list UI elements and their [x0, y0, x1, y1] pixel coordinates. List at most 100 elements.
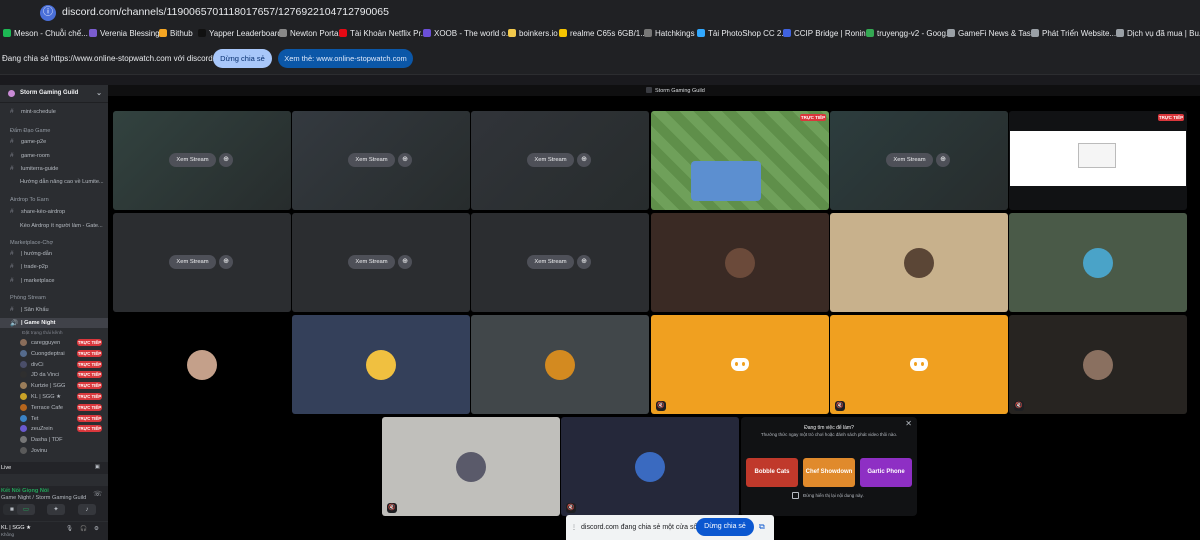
popout-icon[interactable]: ⊕ [936, 153, 950, 167]
participant-tile[interactable] [471, 315, 649, 414]
stop-sharing-button[interactable]: Dừng chia sẻ [213, 49, 272, 68]
server-header[interactable]: Storm Gaming Guild ⌄ [0, 85, 108, 103]
game-card-2[interactable]: Chef Showdown [803, 458, 855, 487]
stream-tile[interactable]: Xem Stream ⊕ [292, 213, 470, 312]
channel-item[interactable]: # game-p2e [0, 137, 108, 147]
popout-icon[interactable]: ⊕ [577, 153, 591, 167]
settings-gear-icon[interactable]: ⚙ [94, 526, 99, 532]
voice-member[interactable]: Kurtzie | SGG TRỰC TIẾP [0, 381, 108, 391]
channel-item[interactable]: # | trade-p2p [0, 262, 108, 272]
bookmark-item[interactable]: boinkers.io [508, 29, 558, 38]
participant-tile[interactable] [1009, 213, 1187, 312]
channel-category[interactable]: Airdrop To Earn [0, 195, 108, 205]
live-strip[interactable]: Live ▣ [0, 462, 108, 474]
watch-stream-button[interactable]: Xem Stream [169, 255, 216, 269]
voice-member[interactable]: Cuongdeptrai TRỰC TIẾP [0, 349, 108, 359]
popout-icon[interactable]: ⊕ [577, 255, 591, 269]
channel-item[interactable]: # game-room [0, 151, 108, 161]
channel-item[interactable]: # lumiterra-guide [0, 164, 108, 174]
stream-tile[interactable]: Xem Stream ⊕ [471, 111, 649, 210]
popout-icon[interactable]: ⊕ [219, 153, 233, 167]
channel-item[interactable]: 🔊 | Game Night [0, 318, 108, 328]
participant-tile[interactable] [830, 213, 1008, 312]
participant-tile[interactable]: 🔇 [651, 315, 829, 414]
site-info-icon[interactable]: ⓘ [40, 5, 56, 21]
bookmark-item[interactable]: CCIP Bridge | Ronin... [783, 29, 872, 38]
channel-item[interactable]: # | Sân Khấu [0, 305, 108, 315]
channel-item[interactable]: # mint-schedule [0, 107, 108, 117]
headphones-icon[interactable]: 🎧 [80, 526, 87, 532]
soundboard-button[interactable]: ♪ [78, 504, 96, 515]
channel-item[interactable]: Kèo Airdrop ít người làm - Gate... [0, 221, 108, 231]
browser-url-bar[interactable]: ⓘ discord.com/channels/11900657011180176… [0, 0, 1200, 26]
stream-tile[interactable]: Xem Stream ⊕ [471, 213, 649, 312]
participant-tile[interactable]: 🔇 [382, 417, 560, 516]
channel-item[interactable]: # share-kèo-airdrop [0, 207, 108, 217]
channel-category[interactable]: Phòng Stream [0, 293, 108, 303]
bookmark-item[interactable]: Meson - Chuỗi chế... [3, 29, 88, 38]
bookmark-item[interactable]: Phát Triển Website... [1031, 29, 1116, 38]
popout-icon[interactable]: ⊕ [398, 153, 412, 167]
screen-share-button[interactable]: ▭ [17, 504, 35, 515]
channel-category[interactable]: Đấm Đạo Game [0, 126, 108, 136]
chat-icon[interactable]: ▣ [95, 464, 100, 470]
switch-source-icon[interactable]: ⧉ [759, 522, 765, 532]
voice-member[interactable]: Terrace Cafe TRỰC TIẾP [0, 403, 108, 413]
voice-member[interactable]: zeuZrein TRỰC TIẾP [0, 424, 108, 434]
voice-member[interactable]: caregguyen TRỰC TIẾP [0, 338, 108, 348]
watch-stream-button[interactable]: Xem Stream [348, 153, 395, 167]
watch-stream-button[interactable]: Xem Stream [527, 255, 574, 269]
participant-tile[interactable] [113, 315, 291, 414]
participant-tile[interactable]: 🔇 [561, 417, 739, 516]
disconnect-icon[interactable]: ☏ [93, 490, 102, 498]
popout-icon[interactable]: ⊕ [398, 255, 412, 269]
stream-tile[interactable]: TRỰC TIẾP [651, 111, 829, 210]
watch-stream-button[interactable]: Xem Stream [169, 153, 216, 167]
channel-category[interactable]: Marketplace-Chợ [0, 238, 108, 248]
bookmark-item[interactable]: XOOB - The world o... [423, 29, 513, 38]
channel-item[interactable]: # | marketplace [0, 276, 108, 286]
bookmark-item[interactable]: Tài Khoản Netflix Pr... [339, 29, 427, 38]
bookmark-item[interactable]: Newton Portal [279, 29, 340, 38]
stream-tile[interactable]: Xem Stream ⊕ [830, 111, 1008, 210]
bookmark-item[interactable]: GameFi News & Tas... [947, 29, 1037, 38]
popout-icon[interactable]: ⊕ [219, 255, 233, 269]
participant-tile[interactable] [292, 315, 470, 414]
bookmark-item[interactable]: Hatchkings [644, 29, 695, 38]
game-card-3[interactable]: Gartic Phone [860, 458, 912, 487]
voice-channel-label[interactable]: Game Night / Storm Gaming Guild [1, 495, 86, 501]
view-tab-button[interactable]: Xem thẻ: www.online-stopwatch.com [278, 49, 413, 68]
channel-item[interactable]: Hướng dẫn nâng cao về Lumite... [0, 177, 108, 187]
voice-member[interactable]: divCi TRỰC TIẾP [0, 360, 108, 370]
stream-tile[interactable]: TRỰC TIẾP [1009, 111, 1187, 210]
stop-sharing-pill-button[interactable]: Dừng chia sẻ [696, 518, 754, 536]
url-text[interactable]: discord.com/channels/1190065701118017657… [62, 6, 389, 18]
stream-tile[interactable]: Xem Stream ⊕ [292, 111, 470, 210]
bookmark-item[interactable]: Dịch vụ đã mua | Bu... [1116, 29, 1200, 38]
watch-stream-button[interactable]: Xem Stream [527, 153, 574, 167]
activity-button[interactable]: ✦ [47, 504, 65, 515]
participant-tile[interactable] [651, 213, 829, 312]
watch-stream-button[interactable]: Xem Stream [886, 153, 933, 167]
voice-member[interactable]: Dasha | TDF [0, 435, 108, 445]
bookmark-item[interactable]: Verenia Blessings [89, 29, 164, 38]
bookmark-item[interactable]: Yapper Leaderboard [198, 29, 282, 38]
bookmark-item[interactable]: Tải PhotoShop CC 2... [697, 29, 788, 38]
voice-member[interactable]: KL | SGG ★ TRỰC TIẾP [0, 392, 108, 402]
microphone-icon[interactable]: 🎙 [66, 526, 73, 532]
participant-tile[interactable]: 🔇 [1009, 315, 1187, 414]
bookmark-item[interactable]: realme C65s 6GB/1... [559, 29, 647, 38]
voice-member[interactable]: Tet TRỰC TIẾP [0, 414, 108, 424]
voice-member[interactable]: Jovinu [0, 446, 108, 456]
channel-item[interactable]: # | hướng-dẫn [0, 249, 108, 259]
user-name[interactable]: KL | SGG ★ [1, 525, 31, 531]
chevron-down-icon[interactable]: ⌄ [96, 89, 102, 97]
participant-tile[interactable]: 🔇 [830, 315, 1008, 414]
dont-show-checkbox[interactable] [792, 492, 799, 499]
drag-handle-icon[interactable]: ⋮ [571, 524, 577, 531]
bookmark-item[interactable]: truyengg-v2 - Goog... [866, 29, 953, 38]
stream-tile[interactable]: Xem Stream ⊕ [113, 213, 291, 312]
bookmark-item[interactable]: Bithub [159, 29, 193, 38]
stream-tile[interactable]: Xem Stream ⊕ [113, 111, 291, 210]
game-card-1[interactable]: Bobble Cats [746, 458, 798, 487]
